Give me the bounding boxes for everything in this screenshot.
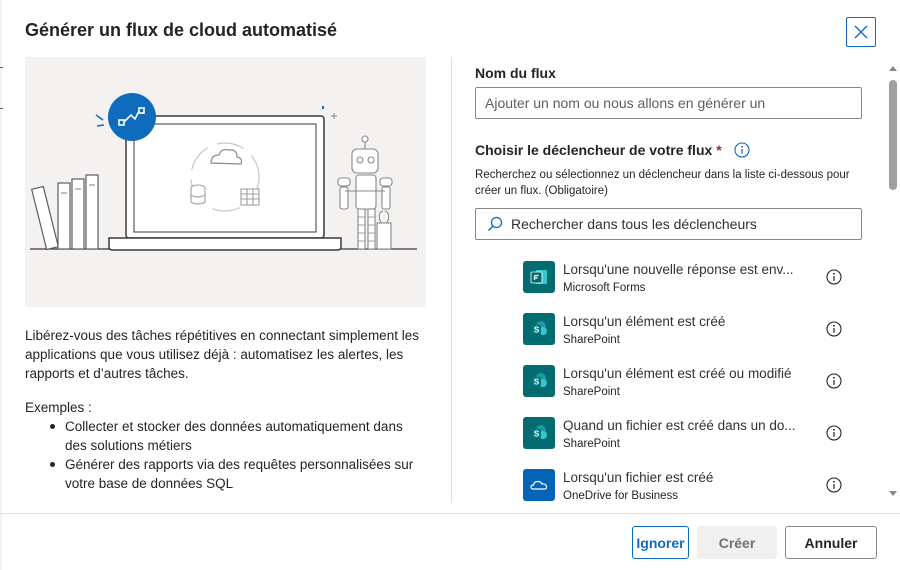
examples-list: Collecter et stocker des données automat… xyxy=(47,417,427,493)
trigger-item[interactable]: S Lorsqu'un élément est créé ou modifié … xyxy=(523,365,845,417)
flow-description: Libérez-vous des tâches répétitives en c… xyxy=(25,328,419,381)
trigger-item[interactable]: Lorsqu'une nouvelle réponse est env... M… xyxy=(523,261,845,313)
flow-form-panel: Nom du flux Choisir le déclencheur de vo… xyxy=(475,57,865,503)
scroll-down-icon[interactable] xyxy=(889,491,897,496)
trigger-name: Lorsqu'un élément est créé xyxy=(563,314,726,329)
sharepoint-icon: S xyxy=(523,313,555,345)
vertical-scrollbar[interactable] xyxy=(886,62,900,498)
scrollbar-thumb[interactable] xyxy=(889,80,897,190)
info-icon[interactable] xyxy=(825,268,843,286)
panel-divider xyxy=(451,57,452,503)
examples-label: Exemples : xyxy=(25,400,92,415)
info-icon[interactable] xyxy=(734,142,750,158)
trigger-app: Microsoft Forms xyxy=(563,282,646,294)
trigger-list: Lorsqu'une nouvelle réponse est env... M… xyxy=(523,261,845,503)
trigger-search-box[interactable] xyxy=(475,208,862,240)
hero-illustration xyxy=(25,57,426,307)
trigger-name: Lorsqu'une nouvelle réponse est env... xyxy=(563,262,794,277)
trigger-search-input[interactable] xyxy=(511,216,851,232)
sharepoint-icon: S xyxy=(523,417,555,449)
onedrive-icon xyxy=(523,469,555,501)
page-edge xyxy=(0,0,2,570)
create-button[interactable]: Créer xyxy=(697,526,777,559)
trigger-item[interactable]: S Lorsqu'un élément est créé SharePoint xyxy=(523,313,845,365)
footer-divider xyxy=(0,513,900,514)
info-icon[interactable] xyxy=(825,476,843,494)
trigger-app: SharePoint xyxy=(563,386,620,398)
sharepoint-icon: S xyxy=(523,365,555,397)
close-button[interactable] xyxy=(846,17,876,47)
svg-text:S: S xyxy=(534,430,540,439)
edge-mark xyxy=(0,67,3,68)
trigger-label-row: Choisir le déclencheur de votre flux * xyxy=(475,142,750,158)
trigger-app: SharePoint xyxy=(563,334,620,346)
laptop-illustration xyxy=(30,93,417,251)
scroll-up-icon[interactable] xyxy=(889,66,897,71)
example-item: Générer des rapports via des requêtes pe… xyxy=(47,455,427,493)
flow-name-label: Nom du flux xyxy=(475,65,556,81)
trigger-label: Choisir le déclencheur de votre flux xyxy=(475,142,713,158)
edge-mark xyxy=(0,108,3,109)
forms-icon xyxy=(523,261,555,293)
create-flow-dialog: Générer un flux de cloud automatisé Libé… xyxy=(0,0,900,570)
svg-text:S: S xyxy=(534,378,540,387)
dialog-title: Générer un flux de cloud automatisé xyxy=(25,20,338,40)
flow-name-input[interactable] xyxy=(475,87,862,119)
info-icon[interactable] xyxy=(825,320,843,338)
trigger-name: Lorsqu'un élément est créé ou modifié xyxy=(563,366,792,381)
trigger-name: Quand un fichier est créé dans un do... xyxy=(563,418,796,433)
trigger-app: OneDrive for Business xyxy=(563,490,679,502)
required-indicator: * xyxy=(716,142,722,158)
trigger-helper-text: Recherchez ou sélectionnez un déclencheu… xyxy=(475,169,850,197)
trigger-item[interactable]: Lorsqu'un fichier est créé OneDrive for … xyxy=(523,469,845,503)
info-icon[interactable] xyxy=(825,372,843,390)
skip-button[interactable]: Ignorer xyxy=(632,526,689,559)
trigger-app: SharePoint xyxy=(563,438,620,450)
svg-text:S: S xyxy=(534,326,540,335)
cancel-button[interactable]: Annuler xyxy=(785,526,877,559)
example-item: Collecter et stocker des données automat… xyxy=(47,417,427,455)
info-icon[interactable] xyxy=(825,424,843,442)
trigger-name: Lorsqu'un fichier est créé xyxy=(563,470,714,485)
search-icon xyxy=(487,216,503,232)
trigger-item[interactable]: S Quand un fichier est créé dans un do..… xyxy=(523,417,845,469)
close-icon xyxy=(854,25,868,39)
